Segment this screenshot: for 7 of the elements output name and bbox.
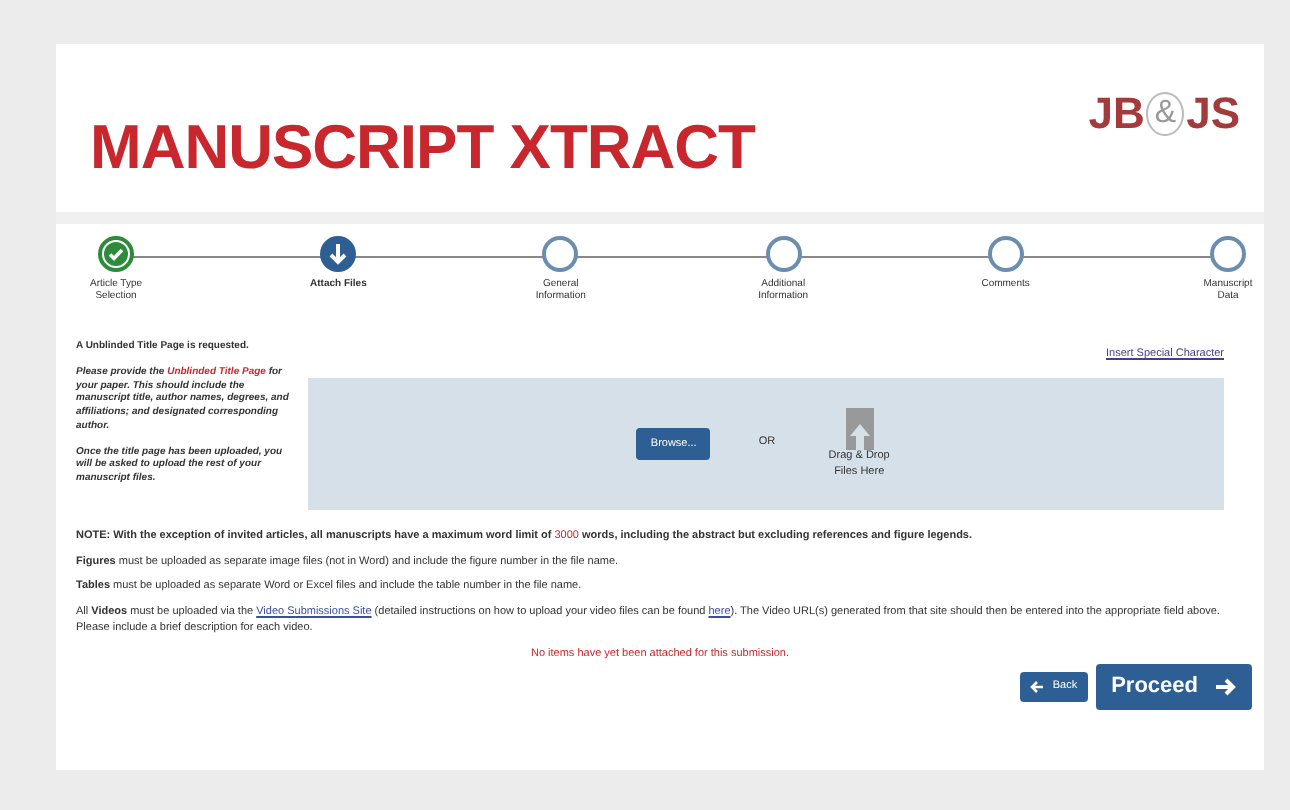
page-title: MANUSCRIPT XTRACT [90,115,755,177]
proceed-button[interactable]: Proceed [1095,664,1252,710]
right-arrow-icon [1214,675,1236,698]
left-arrow-icon [1030,679,1045,694]
journal-logo: JB & JS [1088,92,1240,136]
checkmark-icon [102,240,130,268]
upload-file-icon [843,406,876,451]
